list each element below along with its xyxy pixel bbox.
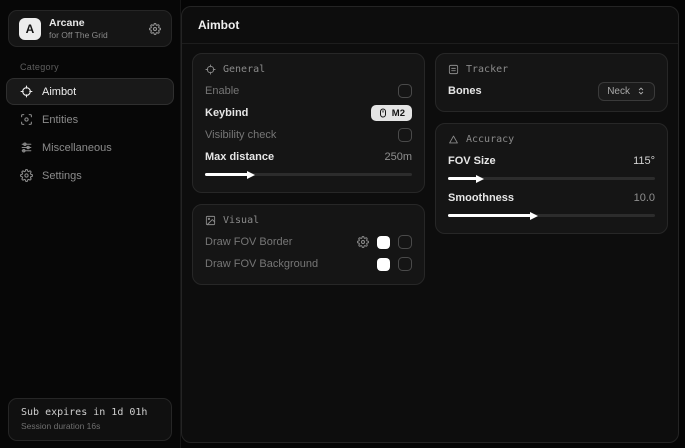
triangle-icon <box>448 134 459 145</box>
crosshair-icon <box>205 64 216 75</box>
panel-title: Visual <box>223 215 259 226</box>
bones-label: Bones <box>448 85 482 97</box>
sidebar-item-aimbot[interactable]: Aimbot <box>6 78 174 105</box>
sidebar-item-miscellaneous[interactable]: Miscellaneous <box>6 134 174 161</box>
sidebar-item-entities[interactable]: Entities <box>6 106 174 133</box>
main-header: Aimbot <box>182 7 678 44</box>
category-label: Category <box>20 62 180 72</box>
fov-border-color-swatch[interactable] <box>377 236 390 249</box>
fov-border-gear-icon[interactable] <box>357 236 369 248</box>
tracker-icon <box>448 64 459 75</box>
fov-size-label: FOV Size <box>448 155 496 167</box>
enable-checkbox[interactable] <box>398 84 412 98</box>
visibility-check-label: Visibility check <box>205 129 276 141</box>
keybind-label: Keybind <box>205 107 248 119</box>
max-distance-slider[interactable] <box>205 173 412 176</box>
bones-select[interactable]: Neck <box>598 82 655 101</box>
sidebar-item-label: Miscellaneous <box>42 142 112 154</box>
visibility-check-row: Visibility check <box>205 124 412 146</box>
draw-fov-border-row: Draw FOV Border <box>205 231 412 253</box>
main-panel: Aimbot General Enable <box>181 6 679 443</box>
visibility-check-checkbox[interactable] <box>398 128 412 142</box>
smoothness-value: 10.0 <box>634 192 655 204</box>
accuracy-panel: Accuracy FOV Size 115° Smoothness 10.0 <box>435 123 668 234</box>
panel-title: General <box>223 64 265 75</box>
sidebar-gear-icon[interactable] <box>149 23 161 35</box>
fov-background-color-swatch[interactable] <box>377 258 390 271</box>
enable-row: Enable <box>205 80 412 102</box>
app-logo: A <box>19 18 41 40</box>
sidebar-item-label: Entities <box>42 114 78 126</box>
slider-thumb[interactable] <box>530 212 538 220</box>
panel-title: Accuracy <box>466 134 514 145</box>
panel-title: Tracker <box>466 64 508 75</box>
smoothness-row: Smoothness 10.0 <box>448 187 655 209</box>
left-column: General Enable Keybind M2 V <box>192 53 425 285</box>
draw-fov-background-row: Draw FOV Background <box>205 253 412 275</box>
enable-label: Enable <box>205 85 239 97</box>
main-content: General Enable Keybind M2 V <box>182 44 678 294</box>
sidebar: A Arcane for Off The Grid Category Aimbo… <box>0 0 181 448</box>
sub-expires-text: Sub expires in 1d 01h <box>21 407 159 418</box>
crosshair-icon <box>20 85 33 98</box>
draw-fov-border-checkbox[interactable] <box>398 235 412 249</box>
max-distance-value: 250m <box>384 151 412 163</box>
app-subtitle: for Off The Grid <box>49 30 108 40</box>
visual-panel: Visual Draw FOV Border Draw <box>192 204 425 285</box>
logo-card: A Arcane for Off The Grid <box>8 10 172 47</box>
sidebar-item-settings[interactable]: Settings <box>6 162 174 189</box>
bones-row: Bones Neck <box>448 80 655 102</box>
keybind-button[interactable]: M2 <box>371 105 412 121</box>
smoothness-slider[interactable] <box>448 214 655 217</box>
app-name: Arcane <box>49 17 108 29</box>
smoothness-label: Smoothness <box>448 192 514 204</box>
fov-size-slider[interactable] <box>448 177 655 180</box>
session-duration-text: Session duration 16s <box>21 421 159 431</box>
image-icon <box>205 215 216 226</box>
general-panel: General Enable Keybind M2 V <box>192 53 425 193</box>
draw-fov-background-checkbox[interactable] <box>398 257 412 271</box>
draw-fov-background-label: Draw FOV Background <box>205 258 318 270</box>
right-column: Tracker Bones Neck <box>435 53 668 234</box>
chevron-up-down-icon <box>636 86 646 96</box>
scan-icon <box>20 113 33 126</box>
app-window: A Arcane for Off The Grid Category Aimbo… <box>0 0 685 448</box>
mouse-icon <box>378 108 388 118</box>
sidebar-nav: Aimbot Entities Miscellaneous Settings <box>0 78 180 189</box>
subscription-card: Sub expires in 1d 01h Session duration 1… <box>8 398 172 441</box>
sidebar-item-label: Aimbot <box>42 86 76 98</box>
keybind-row: Keybind M2 <box>205 102 412 124</box>
slider-thumb[interactable] <box>476 175 484 183</box>
fov-size-row: FOV Size 115° <box>448 150 655 172</box>
gear-icon <box>20 169 33 182</box>
slider-thumb[interactable] <box>247 171 255 179</box>
fov-size-value: 115° <box>633 155 655 167</box>
max-distance-row: Max distance 250m <box>205 146 412 168</box>
page-title: Aimbot <box>198 18 239 32</box>
bones-selected-value: Neck <box>607 86 630 97</box>
sliders-icon <box>20 141 33 154</box>
tracker-panel: Tracker Bones Neck <box>435 53 668 112</box>
draw-fov-border-label: Draw FOV Border <box>205 236 292 248</box>
sidebar-item-label: Settings <box>42 170 82 182</box>
keybind-value: M2 <box>392 108 405 119</box>
max-distance-label: Max distance <box>205 151 274 163</box>
